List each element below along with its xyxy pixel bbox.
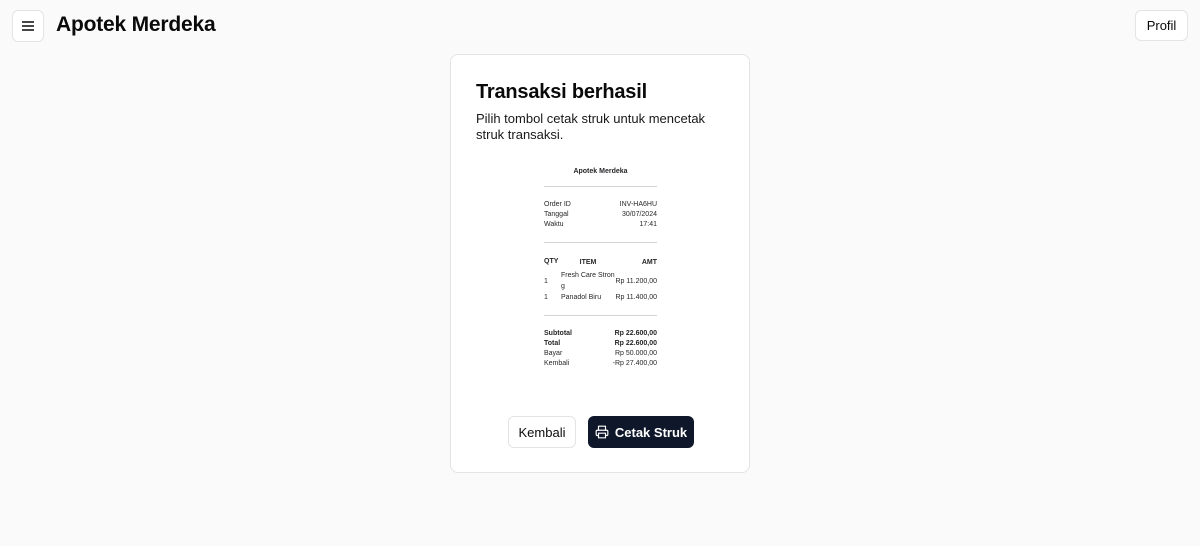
receipt-items-header: QTY ITEM AMT: [544, 257, 657, 268]
receipt: Apotek Merdeka Order ID INV-HA6HU Tangga…: [544, 167, 657, 369]
receipt-totals: Subtotal Rp 22.600,00 Total Rp 22.600,00…: [544, 329, 657, 369]
app-title: Apotek Merdeka: [56, 13, 216, 36]
total-label: Total: [544, 340, 561, 347]
print-receipt-label: Cetak Struk: [614, 424, 688, 440]
card-description: Pilih tombol cetak struk untuk mencetak …: [476, 111, 706, 142]
receipt-item-row: 1 Fresh Care Strong Rp 11.200,00: [544, 270, 657, 292]
transaction-card: Transaksi berhasil Pilih tombol cetak st…: [450, 54, 750, 473]
receipt-divider: [544, 242, 657, 243]
receipt-divider: [544, 186, 657, 187]
paid-label: Bayar: [544, 350, 563, 357]
card-title: Transaksi berhasil: [476, 81, 647, 103]
total-value: Rp 22.600,00: [614, 340, 657, 347]
date-value: 30/07/2024: [621, 211, 657, 218]
item-qty: 1: [544, 294, 548, 301]
receipt-time-row: Waktu 17:41: [544, 220, 657, 230]
item-header: ITEM: [579, 259, 597, 266]
item-name: Fresh Care Strong: [561, 272, 615, 290]
item-amount: Rp 11.400,00: [615, 294, 657, 301]
paid-value: Rp 50.000,00: [614, 350, 657, 357]
qty-header: QTY: [544, 258, 559, 265]
item-name: Panadol Biru: [561, 294, 602, 301]
date-label: Tanggal: [544, 211, 569, 218]
menu-button[interactable]: [12, 10, 44, 42]
receipt-meta: Order ID INV-HA6HU Tanggal 30/07/2024 Wa…: [544, 200, 657, 230]
change-label: Kembali: [544, 360, 570, 367]
print-receipt-button[interactable]: Cetak Struk: [588, 416, 694, 448]
receipt-divider: [544, 315, 657, 316]
back-button[interactable]: Kembali: [508, 416, 576, 448]
amt-header: AMT: [641, 259, 657, 266]
printer-icon: [595, 425, 609, 439]
receipt-order-id-row: Order ID INV-HA6HU: [544, 200, 657, 210]
item-amount: Rp 11.200,00: [615, 277, 657, 285]
order-id-label: Order ID: [544, 201, 571, 208]
receipt-item-row: 1 Panadol Biru Rp 11.400,00: [544, 292, 657, 303]
receipt-store-name: Apotek Merdeka: [573, 168, 628, 175]
receipt-subtotal-row: Subtotal Rp 22.600,00: [544, 329, 657, 339]
order-id-value: INV-HA6HU: [619, 201, 657, 208]
item-qty: 1: [544, 277, 548, 285]
menu-icon: [22, 21, 34, 31]
receipt-total-row: Total Rp 22.600,00: [544, 339, 657, 349]
change-value: -Rp 27.400,00: [612, 360, 657, 367]
subtotal-label: Subtotal: [544, 330, 572, 337]
time-value: 17:41: [639, 221, 657, 228]
receipt-change-row: Kembali -Rp 27.400,00: [544, 359, 657, 369]
profile-button[interactable]: Profil: [1135, 10, 1188, 41]
receipt-date-row: Tanggal 30/07/2024: [544, 210, 657, 220]
receipt-paid-row: Bayar Rp 50.000,00: [544, 349, 657, 359]
time-label: Waktu: [544, 221, 564, 228]
subtotal-value: Rp 22.600,00: [614, 330, 657, 337]
